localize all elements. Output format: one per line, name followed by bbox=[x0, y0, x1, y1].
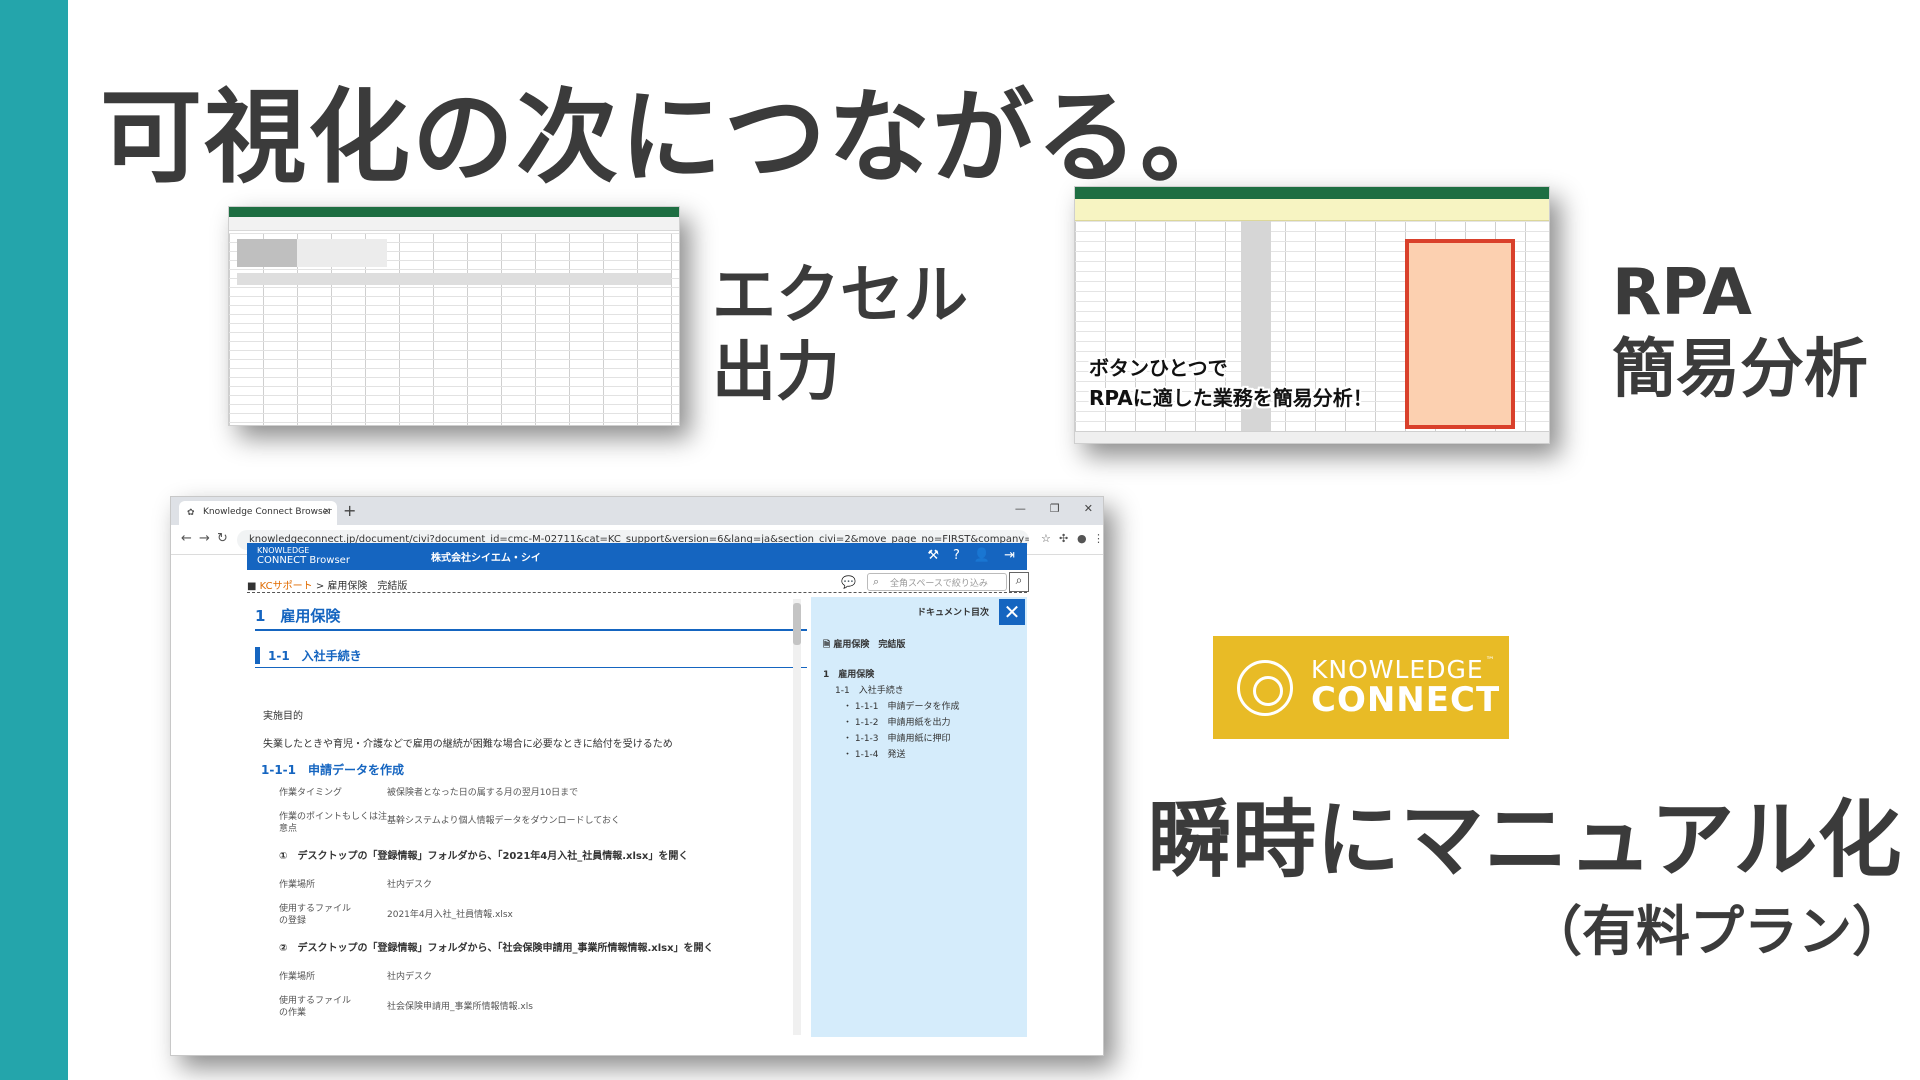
rpa-highlight-cell bbox=[1405, 239, 1515, 429]
teal-side-bar bbox=[0, 0, 68, 1080]
close-window-icon[interactable]: ✕ bbox=[1084, 502, 1093, 515]
browser-tab-bar: ✿ Knowledge Connect Browser × + — ❐ ✕ bbox=[171, 497, 1103, 525]
toc-panel: ドキュメント目次 ✕ 🗎 雇用保険 完結版 1 雇用保険 1-1 入社手続き ・… bbox=[811, 597, 1027, 1037]
help-icon[interactable]: ? bbox=[953, 548, 960, 563]
bookmark-star-icon[interactable]: ☆ bbox=[1041, 532, 1051, 545]
logo-flower-icon bbox=[1237, 659, 1293, 716]
window-controls: — ❐ ✕ bbox=[1015, 502, 1093, 515]
search-placeholder: 全角スペースで絞り込み bbox=[890, 579, 988, 589]
company-name: 株式会社シイエム・シイ bbox=[431, 553, 541, 564]
search-input[interactable]: ⌕ 全角スペースで絞り込み bbox=[867, 573, 1007, 591]
step-1: ① デスクトップの「登録情報」フォルダから、「2021年4月入社_社員情報.xl… bbox=[279, 851, 689, 862]
toc-item-1-1-4[interactable]: ・ 1-1-4 発送 bbox=[843, 747, 906, 760]
toc-item-1-1-1[interactable]: ・ 1-1-1 申請データを作成 bbox=[843, 699, 960, 712]
rpa-screenshot: ボタンひとつで RPAに適した業務を簡易分析！ bbox=[1074, 186, 1550, 444]
excel-header-value-cells bbox=[297, 239, 387, 267]
excel-screenshot bbox=[228, 206, 680, 426]
excel-ribbon bbox=[229, 217, 679, 231]
rpa-overlay-line2: RPAに適した業務を簡易分析！ bbox=[1089, 386, 1373, 410]
place-label-2: 作業場所 bbox=[279, 972, 316, 982]
rpa-analysis-label: RPA 簡易分析 bbox=[1612, 255, 1868, 409]
toc-item-1[interactable]: 1 雇用保険 bbox=[823, 667, 874, 680]
scrollbar-thumb[interactable] bbox=[793, 603, 801, 645]
breadcrumb-path: ■ KCサポート > 雇用保険 完結版 bbox=[247, 581, 408, 592]
file-value-1: 2021年4月入社_社員情報.xlsx bbox=[387, 910, 513, 920]
content-scrollbar[interactable] bbox=[793, 599, 801, 1035]
timing-label: 作業タイミング bbox=[279, 788, 343, 798]
file-label-2b: の作業 bbox=[279, 1008, 307, 1018]
rpa-info-bar bbox=[1075, 199, 1549, 221]
heading-rule bbox=[255, 629, 807, 631]
user-icon[interactable]: 👤 bbox=[974, 548, 990, 563]
section-heading-1: 1 雇用保険 bbox=[255, 607, 341, 625]
minimize-icon[interactable]: — bbox=[1015, 502, 1026, 515]
knowledge-connect-logo: KNOWLEDGE ™ CONNECT bbox=[1213, 636, 1509, 739]
rpa-overlay-caption: ボタンひとつで RPAに適した業務を簡易分析！ bbox=[1089, 353, 1373, 413]
file-value-2: 社会保険申請用_事業所情報情報.xls bbox=[387, 1002, 533, 1012]
excel-title-bar bbox=[229, 207, 679, 217]
back-arrow-icon[interactable]: ← bbox=[181, 531, 192, 546]
manual-content: 1 雇用保険 1-1 入社手続き 実施目的 失業したときや育児・介護などで雇用の… bbox=[247, 597, 817, 1037]
reload-icon[interactable]: ↻ bbox=[217, 531, 228, 546]
tab-title: Knowledge Connect Browser bbox=[203, 507, 332, 517]
forward-arrow-icon[interactable]: → bbox=[199, 531, 210, 546]
logo-wordmark: KNOWLEDGE ™ CONNECT bbox=[1311, 657, 1500, 717]
comment-icon[interactable]: 💬 bbox=[841, 575, 856, 589]
search-icon: ⌕ bbox=[873, 575, 880, 588]
extensions-icon[interactable]: ✣ bbox=[1059, 532, 1068, 545]
excel-output-label: エクセル 出力 bbox=[712, 258, 968, 412]
instant-manual-label: 瞬時にマニュアル化 bbox=[1148, 791, 1902, 889]
profile-icon[interactable]: ● bbox=[1077, 532, 1087, 545]
rpa-overlay-line1: ボタンひとつで bbox=[1089, 356, 1228, 380]
place-value-2: 社内デスク bbox=[387, 972, 433, 982]
tools-icon[interactable]: ⚒ bbox=[927, 548, 939, 563]
timing-value: 被保険者となった日の属する月の翌月10日まで bbox=[387, 788, 579, 798]
toc-title: ドキュメント目次 bbox=[917, 608, 990, 618]
toc-item-1-1-3[interactable]: ・ 1-1-3 申請用紙に押印 bbox=[843, 731, 951, 744]
kc-app-header: KNOWLEDGE CONNECT Browser 株式会社シイエム・シイ ⚒ … bbox=[247, 543, 1027, 570]
browser-screenshot: ✿ Knowledge Connect Browser × + — ❐ ✕ ← … bbox=[170, 496, 1104, 1056]
rpa-label-line1: RPA bbox=[1612, 256, 1752, 330]
subheading-rule bbox=[255, 667, 807, 668]
excel-column-header-row bbox=[237, 273, 671, 285]
kc-header-icons: ⚒ ? 👤 ⇥ bbox=[927, 548, 1015, 563]
purpose-label: 実施目的 bbox=[263, 711, 303, 722]
toc-document-title[interactable]: 🗎 雇用保険 完結版 bbox=[823, 637, 905, 653]
toc-close-button[interactable]: ✕ bbox=[999, 599, 1025, 625]
file-label-1b: の登録 bbox=[279, 916, 307, 926]
excel-header-cells bbox=[237, 239, 297, 267]
rpa-title-bar bbox=[1075, 187, 1549, 199]
step-2: ② デスクトップの「登録情報」フォルダから、「社会保険申請用_事業所情報情報.x… bbox=[279, 943, 714, 954]
breadcrumb-link[interactable]: KCサポート bbox=[260, 581, 313, 592]
purpose-text: 失業したときや育児・介護などで雇用の継続が困難な場合に必要なときに給付を受けるた… bbox=[263, 739, 673, 750]
maximize-icon[interactable]: ❐ bbox=[1050, 502, 1060, 515]
new-tab-button[interactable]: + bbox=[343, 501, 356, 520]
section-heading-1-1: 1-1 入社手続き bbox=[255, 647, 362, 664]
search-button[interactable]: ⌕ bbox=[1009, 572, 1029, 592]
toc-item-1-1-2[interactable]: ・ 1-1-2 申請用紙を出力 bbox=[843, 715, 951, 728]
rpa-status-bar bbox=[1075, 431, 1549, 443]
breadcrumb: ■ KCサポート > 雇用保険 完結版 💬 ⌕ 全角スペースで絞り込み ⌕ bbox=[247, 571, 1029, 593]
place-value-1: 社内デスク bbox=[387, 880, 433, 890]
slide-title: 可視化の次につながる。 bbox=[100, 79, 1244, 198]
point-label-2: 意点 bbox=[279, 824, 298, 834]
point-value: 基幹システムより個人情報データをダウンロードしておく bbox=[387, 816, 621, 826]
excel-label-line2: 出力 bbox=[712, 335, 840, 410]
kc-app-logo: KNOWLEDGE CONNECT Browser bbox=[257, 546, 350, 566]
favicon-icon: ✿ bbox=[187, 508, 195, 518]
tab-close-icon[interactable]: × bbox=[323, 506, 331, 517]
rpa-label-line2: 簡易分析 bbox=[1612, 332, 1868, 407]
logo-line2: CONNECT bbox=[1311, 679, 1501, 720]
logout-icon[interactable]: ⇥ bbox=[1004, 548, 1015, 563]
browser-tab[interactable]: ✿ Knowledge Connect Browser × bbox=[179, 501, 337, 525]
breadcrumb-current: 雇用保険 完結版 bbox=[327, 581, 408, 592]
excel-label-line1: エクセル bbox=[712, 259, 968, 333]
menu-kebab-icon[interactable]: ⋮ bbox=[1093, 532, 1103, 545]
place-label-1: 作業場所 bbox=[279, 880, 316, 890]
section-heading-1-1-1: 1-1-1 申請データを作成 bbox=[261, 763, 405, 777]
toc-item-1-1[interactable]: 1-1 入社手続き bbox=[835, 683, 904, 696]
paid-plan-label: （有料プラン） bbox=[1528, 900, 1906, 963]
